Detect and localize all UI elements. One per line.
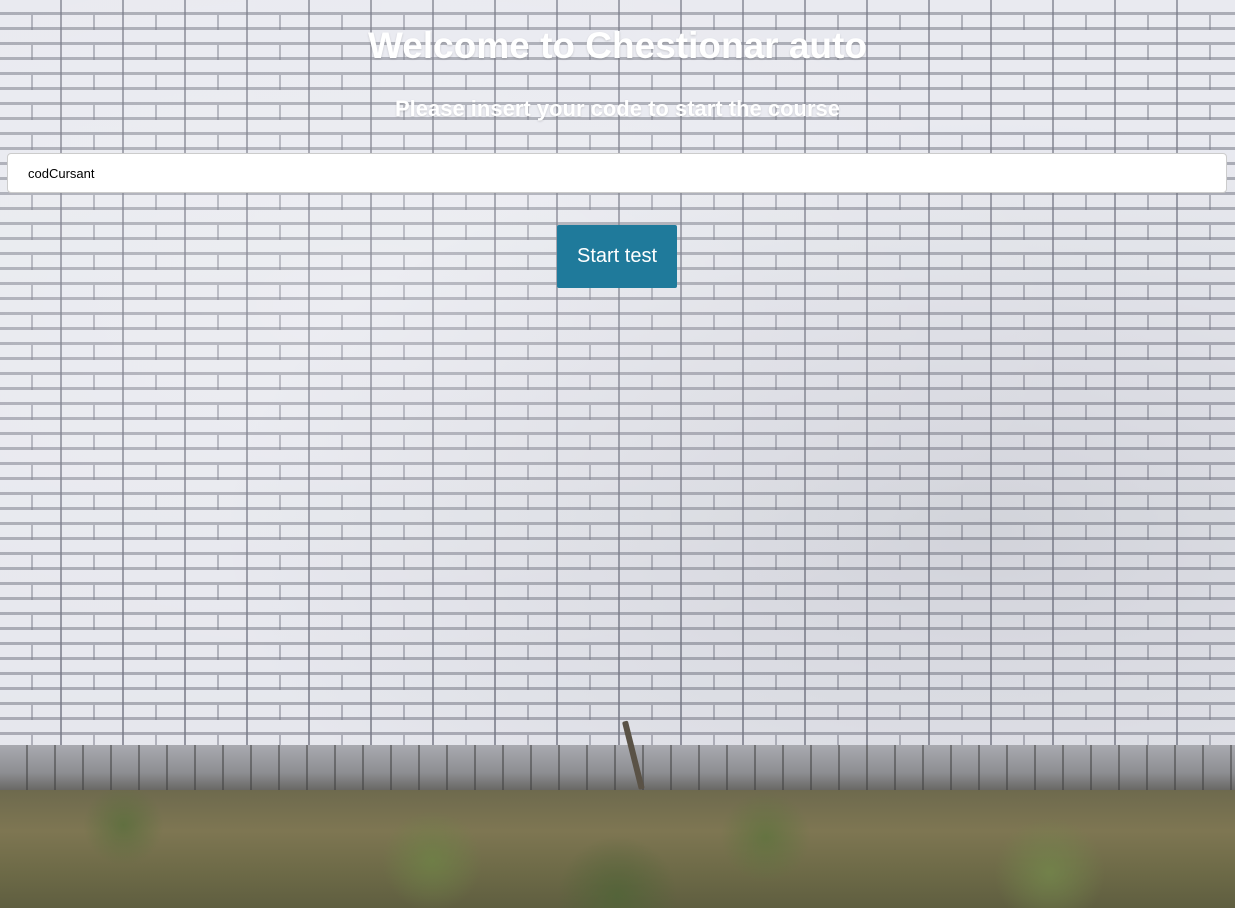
wall-base xyxy=(0,745,1235,795)
grass-ground xyxy=(0,790,1235,908)
page-subtitle: Please insert your code to start the cou… xyxy=(394,96,841,121)
code-input[interactable] xyxy=(7,153,1227,193)
start-test-button[interactable]: Start test xyxy=(557,225,677,288)
page-title: Welcome to Chestionar auto xyxy=(368,25,867,66)
brick-wall-background xyxy=(0,0,1235,908)
